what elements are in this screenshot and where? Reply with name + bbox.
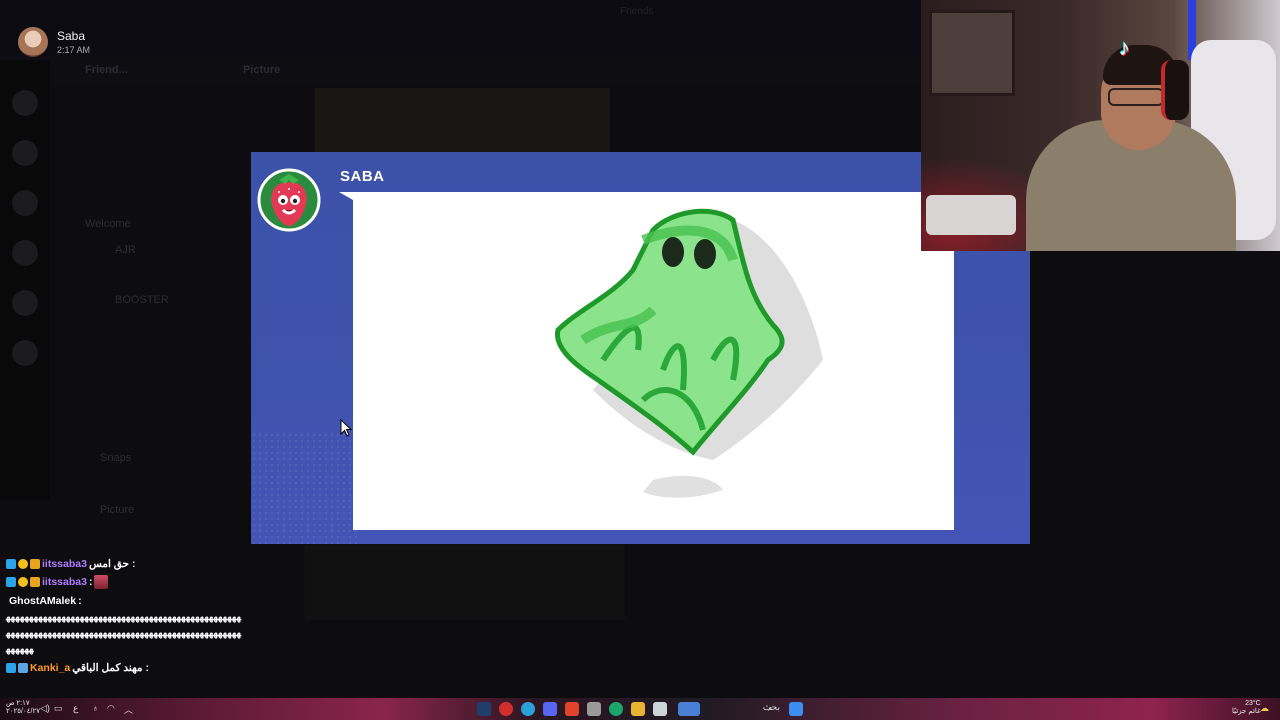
tiktok-icon: ♪ xyxy=(1119,35,1130,60)
chat-text: حق امس : xyxy=(88,558,136,570)
search-icon[interactable]: ⌕ xyxy=(768,703,773,714)
discord-icon[interactable] xyxy=(543,702,557,716)
avatar xyxy=(18,27,48,57)
chat-text: مهند كمل الباقي : xyxy=(72,662,149,674)
webcam-headset xyxy=(1161,60,1189,120)
ghost-drawing xyxy=(555,208,823,498)
steam-icon[interactable] xyxy=(477,702,491,716)
chat-username[interactable]: iitssaba3 xyxy=(42,576,87,588)
strawberry-avatar-icon xyxy=(257,168,321,232)
background-canvas-top xyxy=(315,88,610,158)
badge-icon xyxy=(18,663,28,673)
weather-temp: 23°C xyxy=(1245,700,1261,707)
mic-icon[interactable]: ♁ xyxy=(92,703,99,713)
badge-icon xyxy=(30,577,40,587)
webcam-microphone xyxy=(926,195,1016,235)
telegram-icon[interactable] xyxy=(521,702,535,716)
channel-item[interactable]: Snaps xyxy=(100,452,131,470)
chat-text: ﻬﻬﻬﻬﻬﻬﻬﻬﻬﻬﻬﻬﻬﻬﻬﻬﻬﻬﻬﻬﻬﻬﻬﻬﻬﻬﻬﻬﻬﻬﻬﻬﻬﻬﻬﻬﻬﻬﻬﻬ… xyxy=(6,612,242,623)
taskbar-weather[interactable]: 23°C غائم جزئيًا xyxy=(1232,700,1261,716)
badge-icon xyxy=(6,577,16,587)
server-icon[interactable] xyxy=(12,90,38,116)
badge-icon xyxy=(30,559,40,569)
drawing-card xyxy=(353,192,954,530)
chat-username[interactable]: iitssaba3 xyxy=(42,558,87,570)
server-icon[interactable] xyxy=(12,240,38,266)
server-icon[interactable] xyxy=(12,290,38,316)
chat-username[interactable]: GhostAMalek xyxy=(9,595,76,607)
badge-icon xyxy=(18,577,28,587)
clock-date: ٢٠٢٥/٠٤/٢٧ xyxy=(6,708,40,715)
chat-message: Kanki_a مهند كمل الباقي : xyxy=(6,660,149,676)
clock-time: ٢:١٧ ص xyxy=(6,700,30,707)
volume-icon[interactable]: ◁) xyxy=(40,703,50,714)
windows-start-icon[interactable] xyxy=(789,702,803,716)
chat-message: iitssaba3 : xyxy=(6,574,109,590)
taskbar-clock[interactable]: ٢:١٧ ص ٢٠٢٥/٠٤/٢٧ xyxy=(6,700,40,716)
channel-item[interactable]: Picture xyxy=(100,504,134,522)
task-view-icon[interactable] xyxy=(678,702,700,716)
background-top-bar: Friends xyxy=(0,0,920,56)
chat-message: iitssaba3 حق امس : xyxy=(6,556,135,572)
webcam-overlay: ♪ xyxy=(921,0,1280,251)
chat-text: ﻬﻬﻬﻬﻬﻬ xyxy=(6,644,34,655)
webcam-glasses xyxy=(1108,88,1164,106)
badge-icon xyxy=(6,559,16,569)
chat-text: : xyxy=(78,595,82,607)
chevron-up-icon[interactable]: ︿ xyxy=(124,703,133,716)
webcam-background-window xyxy=(929,10,1015,96)
background-window-title: Friends xyxy=(620,6,654,17)
weather-icon: ☁ xyxy=(1260,703,1269,713)
network-icon[interactable]: ◠ xyxy=(107,703,115,714)
notification-username: Saba xyxy=(57,29,86,43)
speech-notch xyxy=(339,192,353,200)
language-indicator[interactable]: ع xyxy=(73,703,78,714)
notepad-icon[interactable] xyxy=(653,702,667,716)
channel-item[interactable]: Welcome xyxy=(85,218,131,236)
notification-timestamp: 2:17 AM xyxy=(57,45,91,55)
background-server-rail xyxy=(0,60,50,500)
badge-icon xyxy=(18,559,28,569)
server-icon[interactable] xyxy=(12,190,38,216)
brave-icon[interactable] xyxy=(565,702,579,716)
display-icon[interactable]: ▭ xyxy=(54,703,63,714)
file-explorer-icon[interactable] xyxy=(631,702,645,716)
server-icon[interactable] xyxy=(12,340,38,366)
weather-condition: غائم جزئيًا xyxy=(1232,708,1261,715)
app-icon[interactable] xyxy=(587,702,601,716)
channel-item[interactable]: AJR xyxy=(115,244,136,262)
chat-text: ﻬﻬﻬﻬﻬﻬﻬﻬﻬﻬﻬﻬﻬﻬﻬﻬﻬﻬﻬﻬﻬﻬﻬﻬﻬﻬﻬﻬﻬﻬﻬﻬﻬﻬﻬﻬﻬﻬﻬﻬ… xyxy=(6,628,242,639)
background-canvas-bottom xyxy=(305,545,625,620)
channel-item[interactable]: BOOSTER xyxy=(115,294,169,312)
windows-taskbar: ٢:١٧ ص ٢٠٢٥/٠٤/٢٧ ◁) ▭ ع ♁ ◠ ︿ بحث ⌕ 23°… xyxy=(0,698,1280,720)
edge-icon[interactable] xyxy=(609,702,623,716)
opera-icon[interactable] xyxy=(499,702,513,716)
chat-username[interactable]: Kanki_a xyxy=(30,662,70,674)
taskbar-search[interactable]: بحث xyxy=(735,702,780,716)
drawing-game-panel: SABA xyxy=(251,152,1030,544)
mouse-cursor-icon xyxy=(340,419,352,437)
background-channel-list: Welcome AJR BOOSTER Snaps Picture xyxy=(55,60,245,560)
chat-message: GhostAMalek : xyxy=(9,593,82,609)
server-icon[interactable] xyxy=(12,140,38,166)
heart-emote-icon xyxy=(94,575,109,589)
chat-text: : xyxy=(88,576,93,588)
background-channel-title: Picture xyxy=(243,64,281,76)
badge-icon xyxy=(6,663,16,673)
player-name: SABA xyxy=(340,168,385,185)
